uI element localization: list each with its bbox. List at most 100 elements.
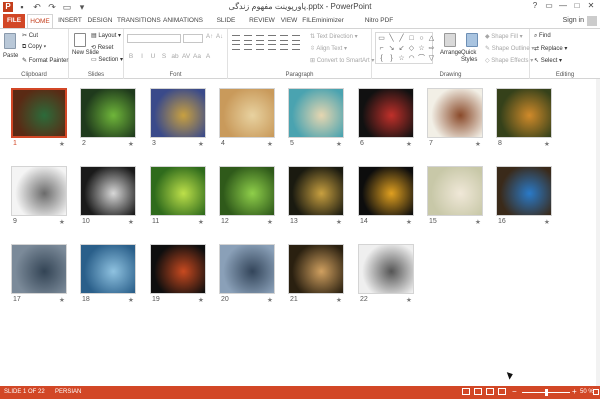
transition-star-icon[interactable]: ★ xyxy=(475,218,481,226)
slide-thumbnail[interactable]: 7 ★ xyxy=(427,88,483,148)
shape-fill-button[interactable]: ◆ Shape Fill ▾ xyxy=(485,33,523,40)
transition-star-icon[interactable]: ★ xyxy=(59,140,65,148)
rtl-icon[interactable] xyxy=(280,44,288,50)
shape-item[interactable]: ╲ xyxy=(387,34,396,43)
line-spacing-icon[interactable] xyxy=(280,35,288,41)
slide-thumbnail-image[interactable] xyxy=(80,244,136,294)
zoom-in-button[interactable]: + xyxy=(572,388,577,396)
shape-item[interactable]: ☆ xyxy=(397,54,406,63)
zoom-slider-knob[interactable] xyxy=(545,389,548,396)
transition-star-icon[interactable]: ★ xyxy=(544,140,550,148)
shrink-font-icon[interactable]: A↓ xyxy=(216,34,223,40)
transition-star-icon[interactable]: ★ xyxy=(406,140,412,148)
shapes-gallery[interactable]: ▭ ╲ ╱ □ ○ △ ⌐ ↘ ↙ ◇ ☆ ⇨ { } ☆ ◠ ⌒ ▽ xyxy=(375,32,436,64)
transition-star-icon[interactable]: ★ xyxy=(336,296,342,304)
slide-thumbnail[interactable]: 18 ★ xyxy=(80,244,136,304)
customize-icon[interactable]: ▾ xyxy=(77,1,87,13)
shape-item[interactable]: ⌐ xyxy=(377,44,386,53)
slide-thumbnail-image[interactable] xyxy=(288,166,344,216)
strikethrough-button[interactable]: ab xyxy=(171,53,179,60)
transition-star-icon[interactable]: ★ xyxy=(198,218,204,226)
tab-view[interactable]: VIEW xyxy=(279,14,299,28)
slide-thumbnail-image[interactable] xyxy=(219,244,275,294)
transition-star-icon[interactable]: ★ xyxy=(198,140,204,148)
convert-smartart-button[interactable]: ⊞ Convert to SmartArt ▾ xyxy=(310,57,374,64)
tab-file[interactable]: FILE xyxy=(3,14,25,28)
transition-star-icon[interactable]: ★ xyxy=(128,296,134,304)
transition-star-icon[interactable]: ★ xyxy=(267,218,273,226)
layout-button[interactable]: ▤ Layout ▾ xyxy=(91,32,121,39)
transition-star-icon[interactable]: ★ xyxy=(406,218,412,226)
slide-thumbnail-image[interactable] xyxy=(150,88,206,138)
slide-thumbnail-image[interactable] xyxy=(358,244,414,294)
shape-item[interactable]: □ xyxy=(407,34,416,43)
slide-thumbnail[interactable]: 1 ★ xyxy=(11,88,67,148)
zoom-out-button[interactable]: − xyxy=(512,388,517,396)
redo-icon[interactable]: ↷ xyxy=(47,1,57,13)
shape-item[interactable]: ◇ xyxy=(407,44,416,53)
paste-button[interactable]: Paste xyxy=(3,53,18,59)
slide-thumbnail-image[interactable] xyxy=(358,88,414,138)
columns-icon[interactable] xyxy=(292,35,300,41)
transition-star-icon[interactable]: ★ xyxy=(267,296,273,304)
shape-item[interactable]: ◠ xyxy=(407,54,416,63)
transition-star-icon[interactable]: ★ xyxy=(128,140,134,148)
find-button[interactable]: ⌕ Find xyxy=(534,33,551,40)
sign-in-link[interactable]: Sign in xyxy=(563,17,584,24)
shape-item[interactable]: ╱ xyxy=(397,34,406,43)
slideshow-view-icon[interactable] xyxy=(498,388,506,395)
tab-fileminimizer[interactable]: FILEminimizer xyxy=(302,14,344,28)
transition-star-icon[interactable]: ★ xyxy=(267,140,273,148)
replace-button[interactable]: ⇄ Replace ▾ xyxy=(534,45,567,52)
transition-star-icon[interactable]: ★ xyxy=(475,140,481,148)
underline-button[interactable]: U xyxy=(149,53,157,60)
slide-thumbnail[interactable]: 4 ★ xyxy=(219,88,275,148)
shape-item[interactable]: { xyxy=(377,54,386,63)
numbering-icon[interactable] xyxy=(244,35,252,41)
tab-nitro-pdf[interactable]: Nitro PDF Professional xyxy=(347,14,411,38)
shape-item[interactable]: ↙ xyxy=(397,44,406,53)
transition-star-icon[interactable]: ★ xyxy=(336,218,342,226)
slide-thumbnail-image[interactable] xyxy=(11,166,67,216)
undo-icon[interactable]: ↶ xyxy=(32,1,42,13)
fit-to-window-icon[interactable] xyxy=(593,389,599,395)
align-center-icon[interactable] xyxy=(244,44,252,50)
slide-thumbnail[interactable]: 14 ★ xyxy=(358,166,414,226)
copy-button[interactable]: ⧉ Copy ▾ xyxy=(22,44,46,51)
slide-thumbnail-image[interactable] xyxy=(219,166,275,216)
slide-thumbnail-image[interactable] xyxy=(427,166,483,216)
slide-thumbnail-image[interactable] xyxy=(219,88,275,138)
italic-button[interactable]: I xyxy=(138,53,146,60)
slide-thumbnail[interactable]: 19 ★ xyxy=(150,244,206,304)
shape-item[interactable]: ⌒ xyxy=(417,54,426,63)
slide-thumbnail-image[interactable] xyxy=(80,88,136,138)
slide-thumbnail-image[interactable] xyxy=(288,244,344,294)
slide-thumbnail[interactable]: 10 ★ xyxy=(80,166,136,226)
slide-thumbnail[interactable]: 16 ★ xyxy=(496,166,552,226)
font-color-button[interactable]: A xyxy=(204,53,212,60)
new-slide-icon[interactable] xyxy=(74,33,86,47)
shape-item[interactable]: ○ xyxy=(417,34,426,43)
reading-view-icon[interactable] xyxy=(486,388,494,395)
avatar[interactable] xyxy=(587,16,597,26)
font-size-select[interactable] xyxy=(183,34,203,43)
slide-thumbnail[interactable]: 22 ★ xyxy=(358,244,414,304)
character-spacing-button[interactable]: AV xyxy=(182,53,190,60)
ltr-icon[interactable] xyxy=(292,44,300,50)
minimize-icon[interactable]: — xyxy=(556,0,570,12)
slide-thumbnail-image[interactable] xyxy=(11,244,67,294)
tab-home[interactable]: HOME xyxy=(27,14,53,28)
shape-item[interactable]: △ xyxy=(427,34,436,43)
quick-styles-icon[interactable] xyxy=(466,33,478,47)
slide-thumbnail-image[interactable] xyxy=(496,88,552,138)
decrease-indent-icon[interactable] xyxy=(256,35,264,41)
slide-sorter-view-icon[interactable] xyxy=(474,388,482,395)
slide-thumbnail-image[interactable] xyxy=(11,88,67,138)
shape-item[interactable]: ▽ xyxy=(427,54,436,63)
font-name-select[interactable] xyxy=(127,34,181,43)
tab-animations[interactable]: ANIMATIONS xyxy=(162,14,204,28)
close-icon[interactable]: ✕ xyxy=(584,0,598,12)
align-left-icon[interactable] xyxy=(232,44,240,50)
format-painter-button[interactable]: ✎ Format Painter xyxy=(22,57,68,64)
slide-thumbnail[interactable]: 20 ★ xyxy=(219,244,275,304)
